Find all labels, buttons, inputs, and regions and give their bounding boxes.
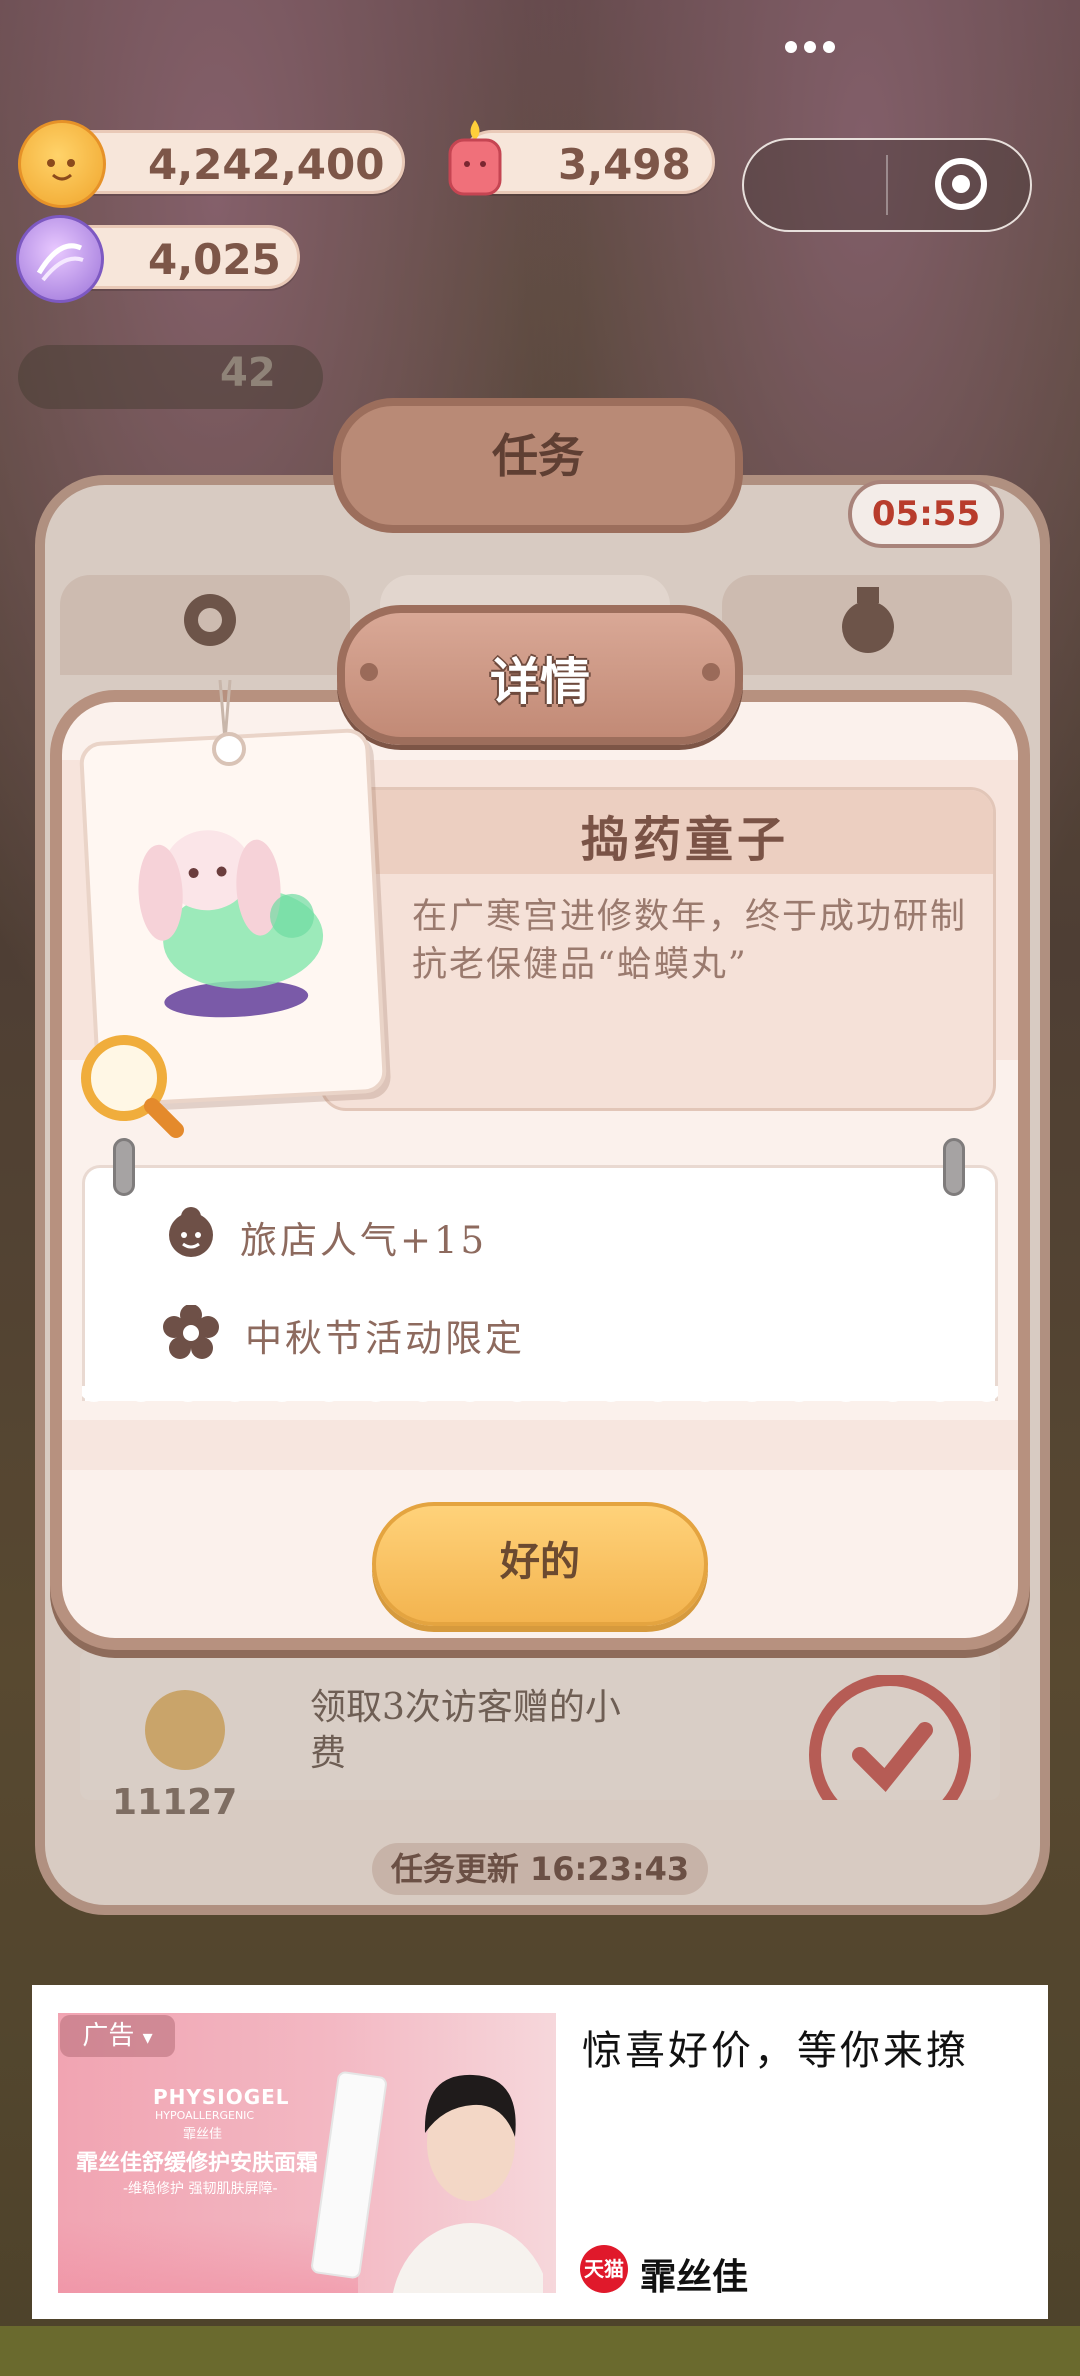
tmall-logo-icon: 天猫 [580, 2245, 628, 2293]
candy-amount: 4,025 [148, 235, 281, 284]
inn-popularity-icon [165, 1207, 217, 1259]
candy-icon [16, 215, 104, 303]
mooncake-icon [18, 120, 106, 208]
ad-model-figure [393, 2053, 549, 2293]
attribute-text: 中秋节活动限定 [245, 1317, 525, 1360]
ad-headline[interactable]: 惊喜好价，等你来撩 [582, 2018, 1022, 2076]
more-dot-icon [823, 41, 835, 53]
bg-task-text-2: 费 [310, 1733, 347, 1774]
character-description: 在广寒宫进修数年，终于成功研制抗老保健品“蛤蟆丸” [412, 897, 968, 985]
task-timer: 05:55 [848, 480, 1004, 548]
task-title: 任务 [492, 429, 584, 483]
tab-badge[interactable] [60, 575, 350, 675]
capsule-divider [886, 155, 888, 215]
ok-button[interactable]: 好的 [372, 1502, 708, 1626]
tab-potion[interactable] [722, 575, 1012, 675]
ad-image-brand-cn: 霏丝佳 [183, 2127, 223, 2142]
pin-icon [113, 1138, 135, 1196]
bg-reward-amount: 11127 [112, 1782, 238, 1823]
wavy-edge [82, 1386, 998, 1402]
ad-label-text: 广告 [82, 2021, 135, 2051]
ad-product-tube [310, 2070, 388, 2280]
more-dot-icon [785, 41, 797, 53]
ad-image-brand: PHYSIOGEL [153, 2085, 290, 2109]
ad-label: 广告 ▾ [60, 2015, 175, 2057]
bg-status-bar [18, 345, 323, 409]
candle-icon [440, 116, 510, 198]
character-name: 捣药童子 [580, 812, 789, 868]
dialog-title: 详情 [490, 652, 590, 711]
attribute-text: 旅店人气+15 [240, 1219, 488, 1262]
task-refresh-timer: 任务更新 16:23:43 [372, 1843, 708, 1895]
ad-image-tagline: -维稳修护 强韧肌肤屏障- [123, 2181, 278, 2197]
completed-stamp-icon [805, 1674, 975, 1836]
bg-task-text: 领取3次访客赠的小 [310, 1687, 621, 1728]
ad-image-product: 霏丝佳舒缓修护安肤面霜 [76, 2151, 319, 2176]
attribute-list-card [82, 1165, 998, 1401]
tag-hole [212, 732, 246, 766]
target-icon [952, 175, 970, 193]
candle-amount: 3,498 [558, 140, 691, 189]
mooncake-amount: 4,242,400 [148, 140, 385, 189]
bg-mooncake-icon [145, 1690, 225, 1770]
flower-icon [163, 1304, 219, 1361]
dialog-bottom-strip [62, 1420, 1018, 1470]
more-button[interactable] [770, 150, 850, 220]
bg-counter-value: 42 [220, 350, 276, 396]
chevron-down-icon[interactable]: ▾ [143, 2025, 153, 2049]
more-dot-icon [804, 41, 816, 53]
ad-image-brand-sub: HYPOALLERGENIC [155, 2109, 255, 2122]
bottom-grass [0, 2326, 1080, 2376]
pin-icon [943, 1138, 965, 1196]
close-miniprogram-button[interactable] [935, 158, 987, 210]
magnifier-icon[interactable] [76, 1030, 186, 1144]
ad-brand-name[interactable]: 霏丝佳 [640, 2248, 748, 2300]
